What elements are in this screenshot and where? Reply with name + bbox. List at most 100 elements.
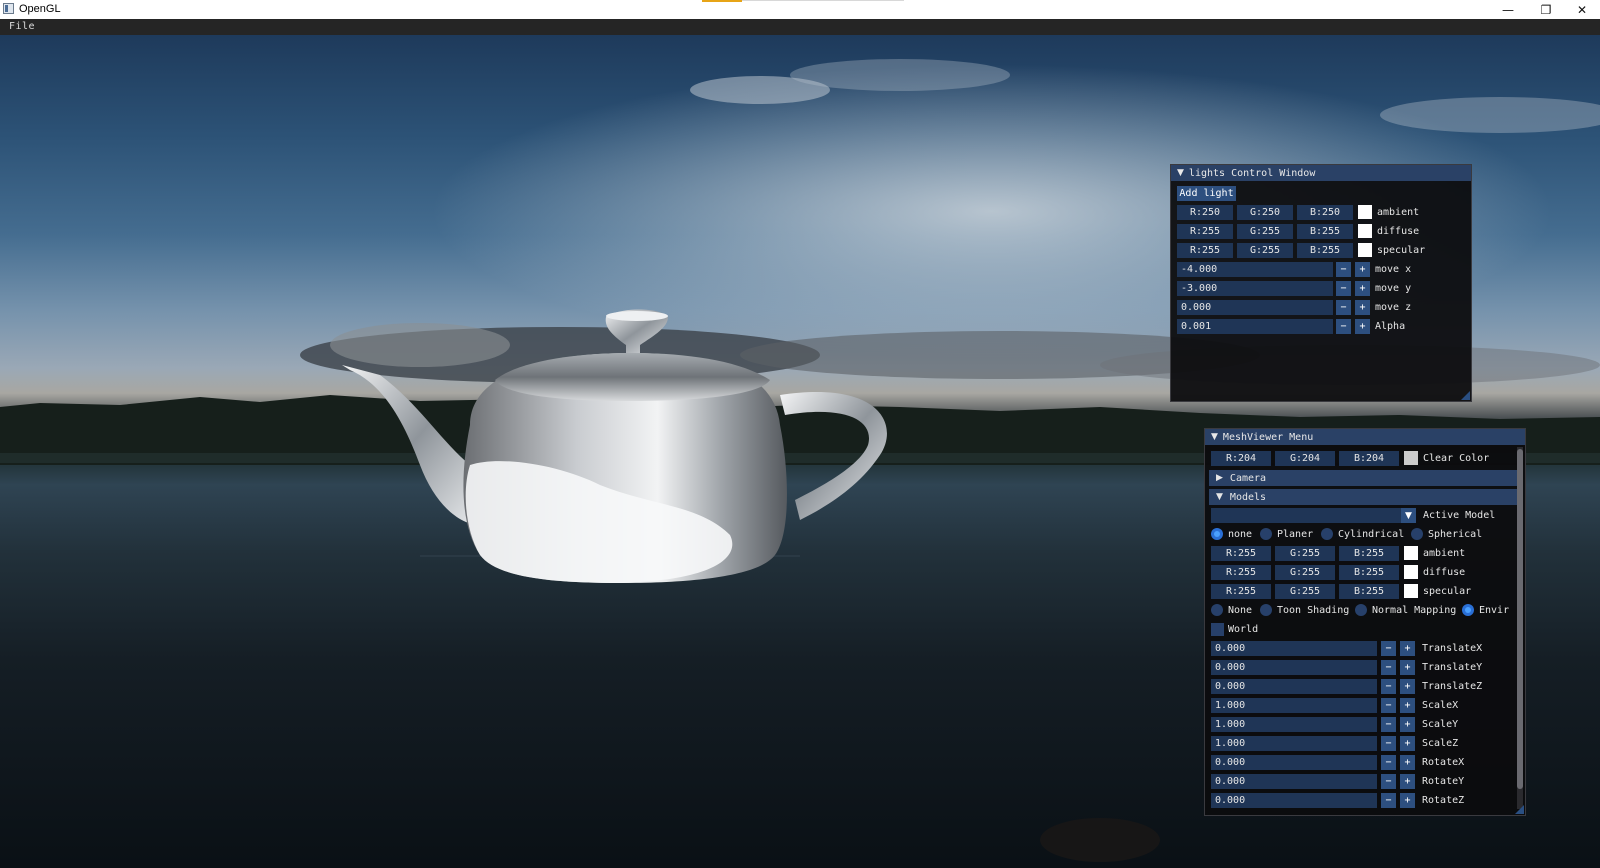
specular-label: specular (1377, 245, 1426, 256)
menu-file[interactable]: File (9, 21, 35, 32)
shading-none-radio[interactable] (1211, 604, 1223, 616)
rotate-x-minus-button[interactable]: − (1381, 755, 1396, 770)
meshviewer-resize-grip[interactable] (1515, 805, 1524, 814)
restore-button[interactable]: ❐ (1528, 0, 1564, 19)
move-y-minus-button[interactable]: − (1336, 281, 1351, 296)
translate-x-plus-button[interactable]: + (1400, 641, 1415, 656)
diffuse-b-field[interactable]: B:255 (1297, 224, 1353, 239)
clear-g-field[interactable]: G:204 (1275, 451, 1335, 466)
move-z-input[interactable]: 0.000 (1177, 300, 1333, 315)
translate-x-input[interactable]: 0.000 (1211, 641, 1377, 656)
alpha-minus-button[interactable]: − (1336, 319, 1351, 334)
shading-envir-label: Envir (1479, 605, 1510, 616)
lights-resize-grip[interactable] (1461, 391, 1470, 400)
mapping-spherical-label: Spherical (1428, 529, 1483, 540)
rotate-y-minus-button[interactable]: − (1381, 774, 1396, 789)
shading-toon-radio[interactable] (1260, 604, 1272, 616)
scale-z-input[interactable]: 1.000 (1211, 736, 1377, 751)
rotate-z-input[interactable]: 0.000 (1211, 793, 1377, 808)
collapse-arrow-icon[interactable]: ▼ (1177, 168, 1184, 178)
model-diffuse-g-field[interactable]: G:255 (1275, 565, 1335, 580)
minimize-button[interactable]: — (1490, 0, 1526, 19)
scale-x-input[interactable]: 1.000 (1211, 698, 1377, 713)
rotate-x-plus-button[interactable]: + (1400, 755, 1415, 770)
meshviewer-menu-window[interactable]: ▼ MeshViewer Menu R:204 G:204 B:204 Clea… (1204, 428, 1526, 816)
meshviewer-header[interactable]: ▼ MeshViewer Menu (1205, 429, 1525, 445)
meshviewer-scrollbar[interactable] (1517, 447, 1523, 809)
ambient-g-field[interactable]: G:250 (1237, 205, 1293, 220)
specular-color-swatch[interactable] (1358, 243, 1372, 257)
mapping-planer-radio[interactable] (1260, 528, 1272, 540)
rotate-y-input[interactable]: 0.000 (1211, 774, 1377, 789)
translate-x-minus-button[interactable]: − (1381, 641, 1396, 656)
scrollbar-thumb[interactable] (1517, 449, 1523, 789)
specular-r-field[interactable]: R:255 (1177, 243, 1233, 258)
move-y-input[interactable]: -3.000 (1177, 281, 1333, 296)
model-diffuse-b-field[interactable]: B:255 (1339, 565, 1399, 580)
models-section-header[interactable]: ▼ Models (1209, 489, 1518, 505)
scale-x-plus-button[interactable]: + (1400, 698, 1415, 713)
model-diffuse-r-field[interactable]: R:255 (1211, 565, 1271, 580)
scale-y-plus-button[interactable]: + (1400, 717, 1415, 732)
translate-y-plus-button[interactable]: + (1400, 660, 1415, 675)
mapping-none-radio[interactable] (1211, 528, 1223, 540)
translate-y-input[interactable]: 0.000 (1211, 660, 1377, 675)
clear-b-field[interactable]: B:204 (1339, 451, 1399, 466)
lights-control-window[interactable]: ▼ lights Control Window Add light R:250 … (1170, 164, 1472, 402)
ambient-b-field[interactable]: B:250 (1297, 205, 1353, 220)
shading-envir-radio[interactable] (1462, 604, 1474, 616)
active-model-select[interactable] (1211, 508, 1401, 523)
translate-z-minus-button[interactable]: − (1381, 679, 1396, 694)
camera-section-header[interactable]: ▶ Camera (1209, 470, 1518, 486)
diffuse-g-field[interactable]: G:255 (1237, 224, 1293, 239)
scale-z-label: ScaleZ (1422, 738, 1459, 749)
collapse-arrow-icon[interactable]: ▼ (1211, 432, 1218, 442)
translate-z-input[interactable]: 0.000 (1211, 679, 1377, 694)
move-x-plus-button[interactable]: + (1355, 262, 1370, 277)
active-model-dropdown-arrow[interactable]: ▼ (1401, 508, 1416, 523)
add-light-button[interactable]: Add light (1177, 186, 1236, 201)
move-x-minus-button[interactable]: − (1336, 262, 1351, 277)
specular-g-field[interactable]: G:255 (1237, 243, 1293, 258)
model-ambient-r-field[interactable]: R:255 (1211, 546, 1271, 561)
move-y-plus-button[interactable]: + (1355, 281, 1370, 296)
alpha-plus-button[interactable]: + (1355, 319, 1370, 334)
menu-bar: File (0, 19, 1600, 35)
scale-z-minus-button[interactable]: − (1381, 736, 1396, 751)
scale-z-plus-button[interactable]: + (1400, 736, 1415, 751)
model-ambient-g-field[interactable]: G:255 (1275, 546, 1335, 561)
model-specular-b-field[interactable]: B:255 (1339, 584, 1399, 599)
mapping-spherical-radio[interactable] (1411, 528, 1423, 540)
world-checkbox[interactable] (1211, 623, 1224, 636)
diffuse-r-field[interactable]: R:255 (1177, 224, 1233, 239)
model-specular-g-field[interactable]: G:255 (1275, 584, 1335, 599)
move-z-minus-button[interactable]: − (1336, 300, 1351, 315)
rotate-z-plus-button[interactable]: + (1400, 793, 1415, 808)
lights-window-header[interactable]: ▼ lights Control Window (1171, 165, 1471, 181)
move-z-plus-button[interactable]: + (1355, 300, 1370, 315)
clear-r-field[interactable]: R:204 (1211, 451, 1271, 466)
alpha-input[interactable]: 0.001 (1177, 319, 1333, 334)
model-ambient-swatch[interactable] (1404, 546, 1418, 560)
rotate-x-input[interactable]: 0.000 (1211, 755, 1377, 770)
model-ambient-b-field[interactable]: B:255 (1339, 546, 1399, 561)
scale-y-minus-button[interactable]: − (1381, 717, 1396, 732)
translate-y-minus-button[interactable]: − (1381, 660, 1396, 675)
model-specular-r-field[interactable]: R:255 (1211, 584, 1271, 599)
model-diffuse-swatch[interactable] (1404, 565, 1418, 579)
ambient-r-field[interactable]: R:250 (1177, 205, 1233, 220)
ambient-color-swatch[interactable] (1358, 205, 1372, 219)
close-button[interactable]: ✕ (1564, 0, 1600, 19)
shading-normal-mapping-radio[interactable] (1355, 604, 1367, 616)
rotate-z-minus-button[interactable]: − (1381, 793, 1396, 808)
scale-x-minus-button[interactable]: − (1381, 698, 1396, 713)
move-x-input[interactable]: -4.000 (1177, 262, 1333, 277)
specular-b-field[interactable]: B:255 (1297, 243, 1353, 258)
diffuse-color-swatch[interactable] (1358, 224, 1372, 238)
model-specular-swatch[interactable] (1404, 584, 1418, 598)
mapping-cylindrical-radio[interactable] (1321, 528, 1333, 540)
clear-color-swatch[interactable] (1404, 451, 1418, 465)
rotate-y-plus-button[interactable]: + (1400, 774, 1415, 789)
translate-z-plus-button[interactable]: + (1400, 679, 1415, 694)
scale-y-input[interactable]: 1.000 (1211, 717, 1377, 732)
